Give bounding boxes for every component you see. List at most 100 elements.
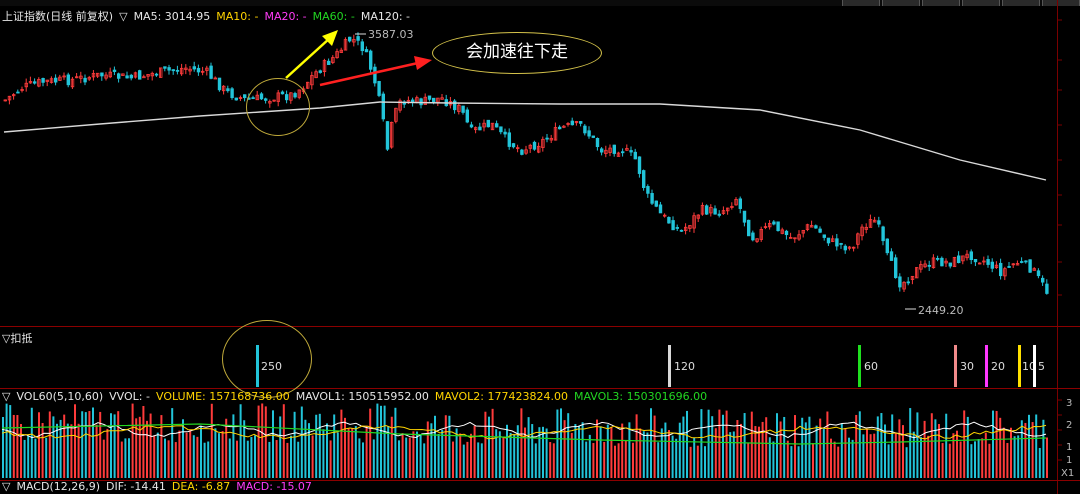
deduct-label-20: 20	[991, 360, 1005, 373]
volume-bar	[63, 414, 66, 478]
volume-bar	[120, 441, 123, 478]
right-price-axis	[1057, 0, 1058, 494]
price-candle	[927, 264, 931, 267]
price-candle	[654, 200, 658, 207]
vol-axis-label: 1	[1066, 442, 1073, 453]
volume-bar	[243, 420, 246, 478]
volume-bar	[459, 433, 462, 478]
volume-bar	[668, 430, 670, 478]
volume-bar	[887, 444, 890, 478]
price-candle	[948, 262, 952, 267]
chevron-down-icon[interactable]: ▽	[2, 390, 10, 403]
price-candle	[1036, 270, 1041, 277]
volume-bar	[678, 422, 681, 478]
price-candle	[41, 78, 45, 83]
volume-bar	[275, 440, 278, 478]
volume-bar	[398, 440, 400, 478]
price-candle	[503, 131, 507, 135]
volume-bar	[178, 430, 181, 478]
volume-bar	[588, 434, 591, 478]
price-candle	[1024, 260, 1028, 263]
price-candle	[898, 276, 902, 288]
volume-bar	[624, 440, 627, 478]
deduct-panel-header: ▽扣抵	[2, 330, 32, 346]
deduct-label-60: 60	[864, 360, 878, 373]
chevron-down-icon[interactable]: ▽	[2, 480, 10, 493]
volume-bar	[196, 436, 199, 478]
volume-bar	[534, 443, 537, 478]
price-candle	[705, 205, 709, 215]
volume-bar	[934, 419, 937, 478]
volume-bar	[862, 434, 865, 478]
volume-bar	[394, 407, 397, 478]
price-candle	[83, 77, 87, 83]
macd-title[interactable]: MACD(12,26,9)	[16, 480, 100, 493]
volume-bar	[891, 414, 894, 478]
volume-bar	[23, 439, 26, 478]
price-candle	[469, 124, 474, 128]
volume-bar	[92, 407, 94, 478]
volume-bar	[509, 432, 512, 478]
deduct-label-120: 120	[674, 360, 695, 373]
volume-bar	[1031, 422, 1034, 478]
high-price-label: 3587.03	[368, 28, 414, 41]
price-candle	[478, 126, 482, 131]
price-candle	[175, 69, 180, 72]
volume-bar	[714, 428, 717, 478]
volume-bar	[167, 440, 170, 478]
volume-bar	[941, 443, 944, 478]
volume-bar	[988, 443, 991, 478]
volume-bar	[815, 425, 818, 478]
price-candle	[1045, 283, 1049, 294]
volume-bar	[747, 443, 750, 478]
volume-bar	[182, 419, 184, 478]
price-candle	[776, 221, 780, 232]
volume-bar	[732, 431, 735, 478]
volume-bar	[444, 415, 447, 478]
volume-bar	[873, 433, 876, 478]
price-candle	[242, 94, 247, 99]
price-candle	[646, 186, 650, 194]
price-candle	[579, 121, 583, 124]
chart-canvas[interactable]	[0, 0, 1080, 494]
volume-bar	[704, 446, 706, 478]
volume-bar	[38, 412, 40, 478]
price-candle	[679, 229, 684, 232]
price-candle	[1007, 266, 1011, 268]
volume-bar	[336, 432, 339, 478]
volume-bar	[412, 431, 415, 478]
volume-bar	[650, 408, 652, 478]
volume-bar	[272, 410, 274, 478]
volume-bar	[927, 435, 930, 478]
price-candle	[377, 81, 381, 96]
volume-bar	[808, 416, 811, 478]
volume-bar	[552, 443, 555, 478]
volume-bar	[16, 415, 19, 478]
volume-bar	[772, 441, 775, 478]
volume-bar	[484, 411, 487, 478]
volume-bar	[441, 430, 444, 478]
volume-bar	[232, 414, 235, 478]
volume-bar	[300, 406, 303, 478]
volume-bar	[711, 416, 714, 478]
price-candle	[112, 69, 117, 72]
volume-bar	[545, 428, 548, 478]
deduct-marker-250	[256, 345, 259, 387]
volume-bar	[282, 404, 285, 478]
price-candle	[461, 105, 465, 113]
volume-bar	[12, 414, 15, 478]
volume-bar	[822, 428, 825, 478]
price-candle	[885, 238, 889, 254]
price-candle	[532, 141, 537, 150]
volume-bar	[376, 403, 379, 478]
volume-bar	[1042, 419, 1045, 478]
price-candle	[818, 228, 822, 233]
volume-bar	[693, 437, 696, 478]
volume-title[interactable]: VOL60(5,10,60)	[16, 390, 103, 403]
macd-value: MACD: -15.07	[236, 480, 312, 493]
price-candle	[360, 41, 364, 52]
volume-bar	[128, 438, 130, 478]
price-candle	[881, 226, 885, 242]
price-candle	[154, 73, 159, 76]
price-candle	[671, 220, 675, 231]
